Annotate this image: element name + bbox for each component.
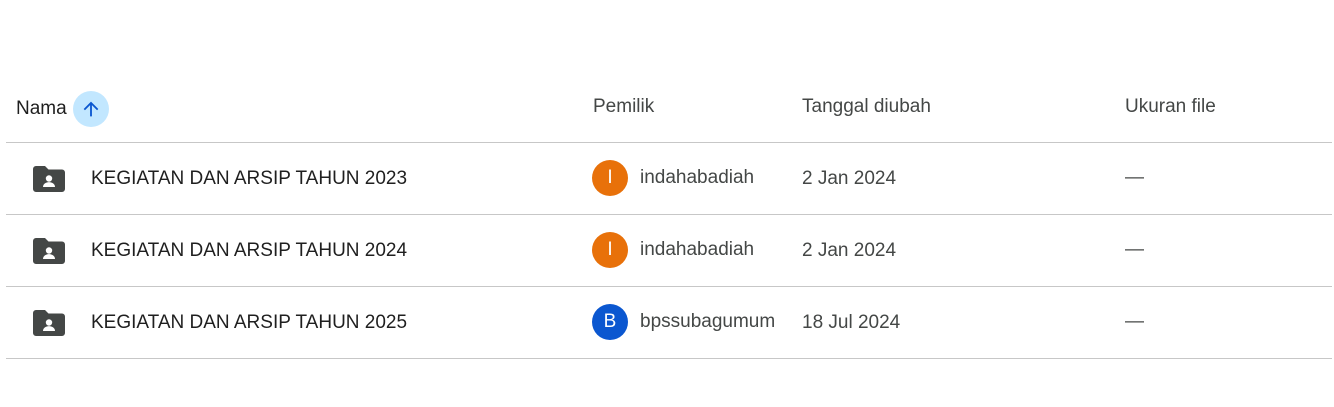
owner-name: indahabadiah: [640, 239, 755, 260]
column-header-row: Nama Pemilik Tanggal diubah Ukuran file: [6, 70, 1332, 143]
shared-folder-icon: [33, 310, 65, 336]
owner-cell: I indahabadiah: [592, 160, 780, 196]
file-size: —: [1125, 167, 1144, 188]
modified-date: 18 Jul 2024: [802, 312, 901, 333]
sort-direction-button[interactable]: [72, 91, 109, 127]
owner-name: bpssubagumum: [640, 311, 776, 332]
owner-cell: I indahabadiah: [592, 232, 780, 268]
column-header-owner[interactable]: Pemilik: [593, 96, 654, 118]
file-row[interactable]: KEGIATAN DAN ARSIP TAHUN 2024 I indahaba…: [6, 215, 1332, 287]
arrow-upward-icon: [83, 101, 99, 117]
file-size: —: [1125, 311, 1144, 332]
owner-avatar: B: [592, 304, 628, 340]
column-header-size[interactable]: Ukuran file: [1125, 96, 1216, 118]
modified-date: 2 Jan 2024: [802, 168, 897, 189]
owner-avatar: I: [592, 232, 628, 268]
file-row[interactable]: KEGIATAN DAN ARSIP TAHUN 2025 B bpssubag…: [6, 287, 1332, 359]
file-size: —: [1125, 239, 1144, 260]
shared-folder-icon: [33, 238, 65, 264]
modified-date: 2 Jan 2024: [802, 240, 897, 261]
column-header-name[interactable]: Nama: [16, 91, 109, 127]
owner-cell: B bpssubagumum: [592, 304, 780, 340]
column-header-name-label: Nama: [16, 98, 67, 119]
file-name[interactable]: KEGIATAN DAN ARSIP TAHUN 2023: [91, 168, 407, 190]
file-name[interactable]: KEGIATAN DAN ARSIP TAHUN 2024: [91, 240, 407, 262]
file-row[interactable]: KEGIATAN DAN ARSIP TAHUN 2023 I indahaba…: [6, 143, 1332, 215]
file-list: Nama Pemilik Tanggal diubah Ukuran file …: [6, 70, 1332, 359]
file-name[interactable]: KEGIATAN DAN ARSIP TAHUN 2025: [91, 312, 407, 334]
owner-avatar: I: [592, 160, 628, 196]
column-header-modified[interactable]: Tanggal diubah: [802, 96, 931, 118]
shared-folder-icon: [33, 166, 65, 192]
owner-name: indahabadiah: [640, 167, 755, 188]
